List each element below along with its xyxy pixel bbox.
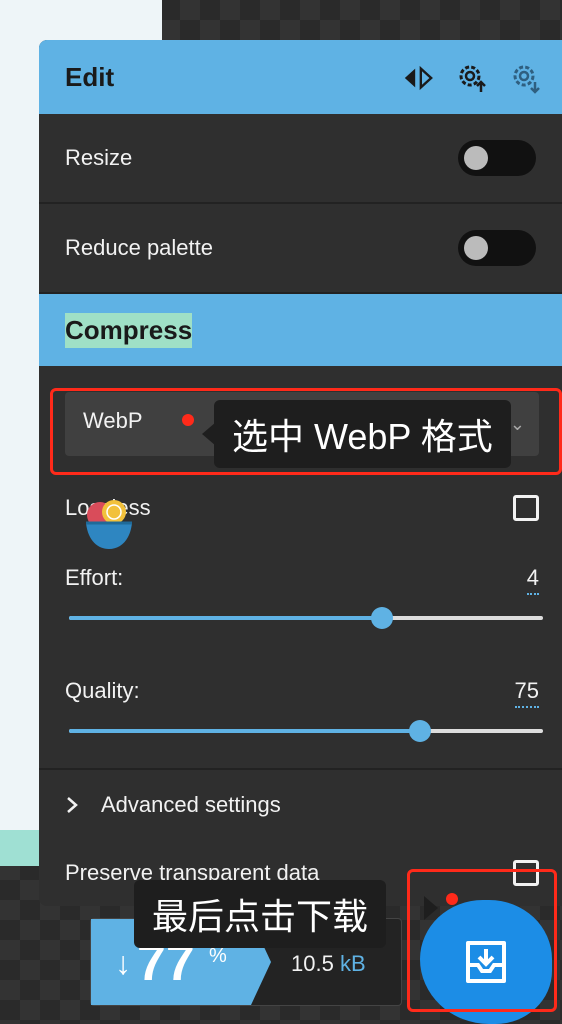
annotation-frame-download [407,869,557,1012]
quality-value[interactable]: 75 [514,678,539,708]
lossless-row: Lossless [65,495,539,525]
file-size-value: 10.5 [291,951,334,976]
down-arrow-icon: ↓ [115,945,131,981]
lossless-checkbox[interactable] [513,495,539,521]
reduce-palette-label: Reduce palette [65,235,213,260]
quality-slider[interactable] [69,720,543,742]
header-icons [402,62,542,94]
panel-header: Edit [39,40,562,114]
effort-slider-thumb[interactable] [370,607,393,629]
effort-label: Effort: [65,565,124,590]
resize-label: Resize [65,145,133,170]
chevron-right-icon [67,797,78,813]
annotation-download: 最后点击下载 [134,880,387,948]
reduce-palette-toggle[interactable] [458,230,536,266]
annotation-pointer [424,896,438,920]
quality-label: Quality: [65,678,140,703]
annotation-dot [446,893,458,905]
settings-download-icon[interactable] [510,62,542,94]
quality-slider-fill [69,729,420,733]
resize-row: Resize [39,114,562,204]
compress-section-header: Compress [39,294,562,366]
file-size-unit: kB [339,951,366,976]
reduce-palette-row: Reduce palette [39,204,562,294]
split-view-icon[interactable] [402,62,434,94]
effort-slider[interactable] [69,607,543,629]
advanced-settings-toggle[interactable]: Advanced settings [65,792,281,818]
quality-row: Quality: 75 [65,678,539,708]
effort-slider-fill [69,616,382,620]
settings-upload-icon[interactable] [456,62,488,94]
resize-toggle[interactable] [458,140,536,176]
bowl-sticker-icon [86,500,132,549]
file-size: 10.5 kB [291,951,366,977]
effort-row: Effort: 4 [65,565,539,595]
annotation-dot [182,414,194,426]
effort-value[interactable]: 4 [526,565,539,595]
annotation-select-webp: 选中 WebP 格式 [214,400,511,468]
compress-title: Compress [65,312,193,348]
quality-slider-thumb[interactable] [408,720,431,742]
advanced-settings-label: Advanced settings [101,792,281,817]
percent-symbol: % [209,945,227,967]
divider [39,768,562,770]
panel-title: Edit [65,61,115,92]
